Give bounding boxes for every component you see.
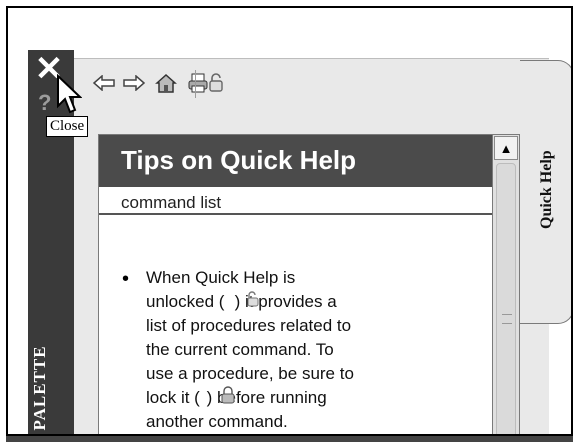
home-icon[interactable] (154, 70, 178, 96)
scroll-thumb[interactable] (496, 163, 516, 434)
vertical-scrollbar[interactable]: ▲ (492, 134, 520, 434)
unlock-icon (247, 291, 259, 307)
screenshot-frame: Quick Help ✕ ? O PALETTE Tips on Quick H… (6, 6, 573, 436)
content-subtitle-link[interactable]: command list (99, 187, 493, 215)
tip-line: lock it ( ) before running (146, 388, 327, 407)
back-icon[interactable] (92, 70, 116, 96)
help-icon[interactable]: ? (38, 90, 51, 116)
toolbar (92, 70, 252, 100)
bullet: • (122, 268, 130, 290)
forward-icon[interactable] (122, 70, 146, 96)
tip-line: the current command. To (146, 340, 334, 359)
frame-shadow (6, 436, 573, 442)
mouse-cursor-icon (57, 74, 82, 114)
content-title: Tips on Quick Help (99, 135, 493, 187)
quick-help-tab-label: Quick Help (538, 150, 555, 230)
close-tooltip: Close (46, 116, 89, 137)
tip-line: unlocked ( ) it provides a (146, 292, 337, 311)
scroll-up-icon[interactable]: ▲ (494, 136, 518, 160)
tip-text: When Quick Help is unlocked ( ) it provi… (146, 266, 476, 434)
palette-title: O PALETTE (30, 345, 49, 436)
tip-line: use a procedure, be sure to (146, 364, 354, 383)
tip-line: When Quick Help is (146, 268, 296, 287)
lock-icon (221, 386, 235, 404)
tip-line: another command. (146, 412, 288, 431)
tip-line: list of procedures related to (146, 316, 352, 335)
thumb-grip (502, 314, 512, 324)
lock-toggle-icon[interactable] (204, 70, 228, 96)
toolbar-separator (195, 70, 196, 98)
